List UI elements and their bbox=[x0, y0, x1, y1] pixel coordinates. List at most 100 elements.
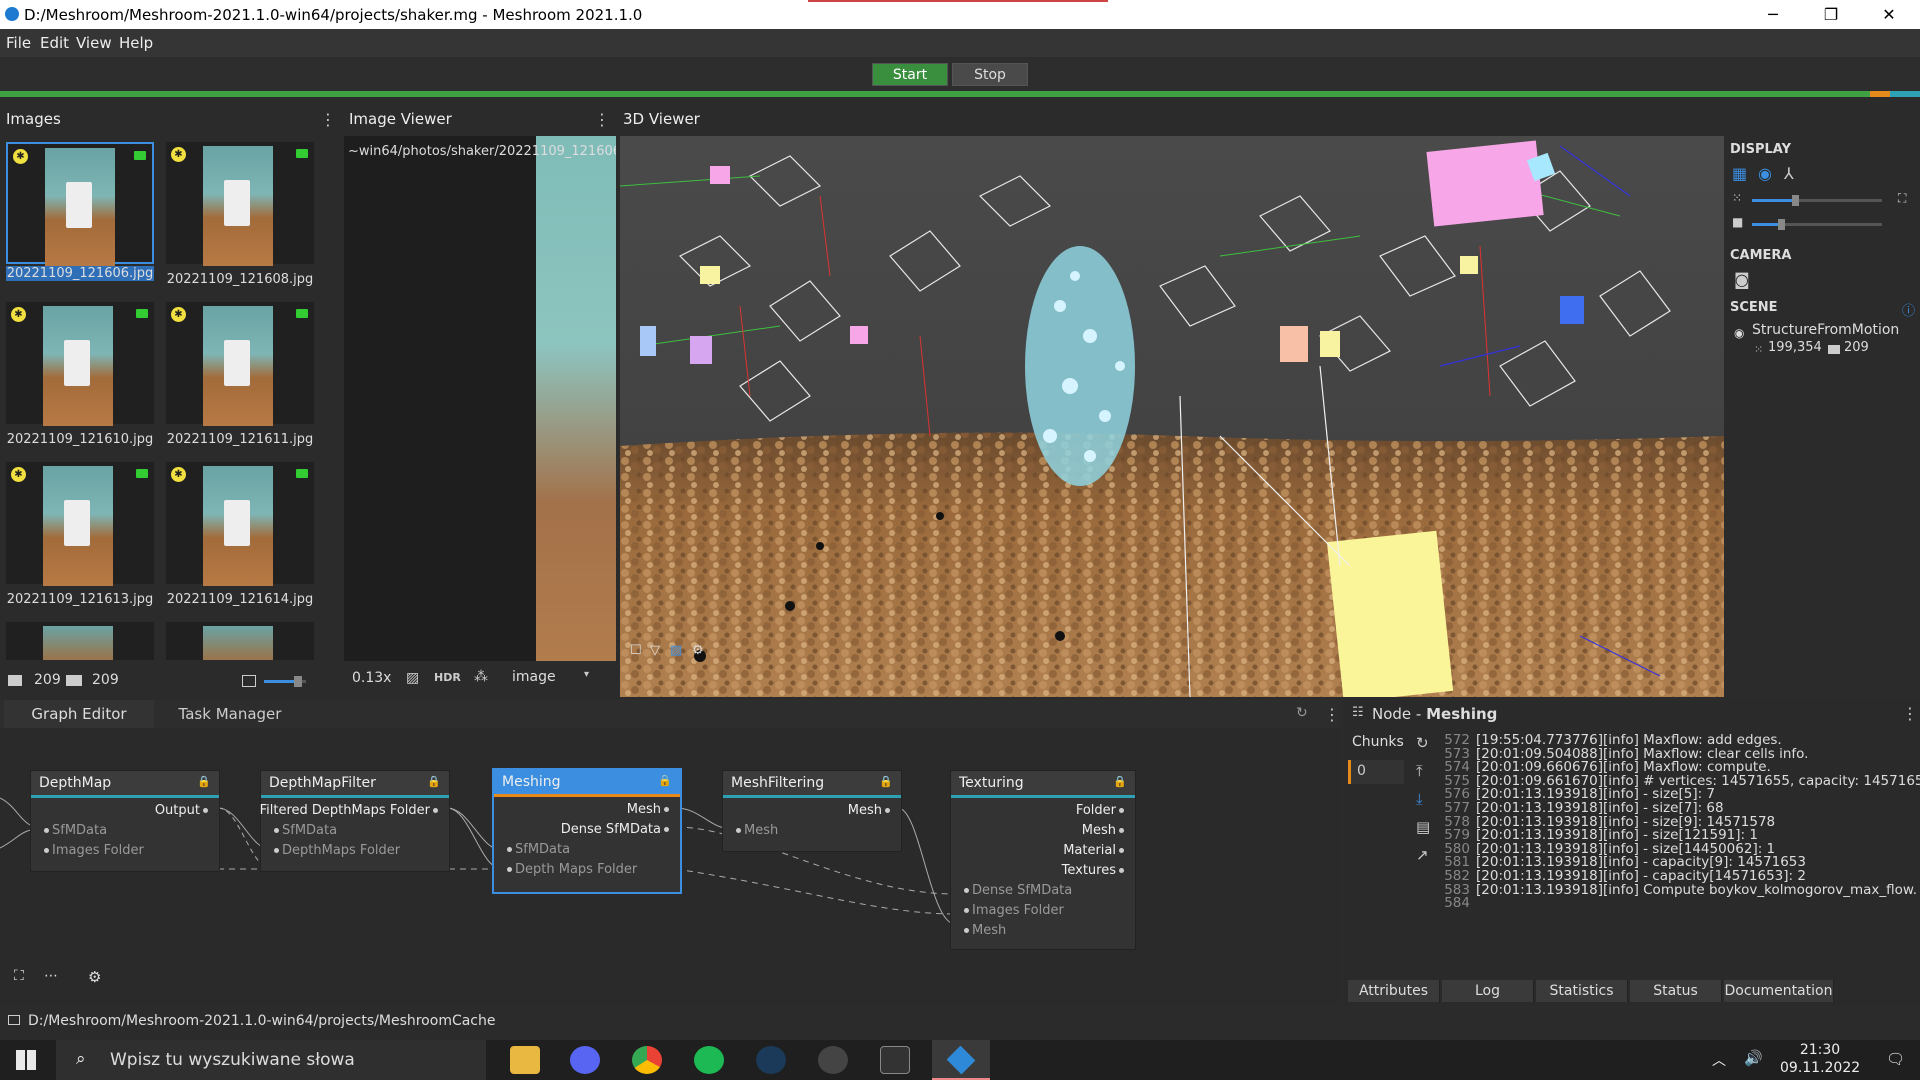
menu-help[interactable]: Help bbox=[119, 34, 153, 52]
stop-button[interactable]: Stop bbox=[952, 63, 1028, 86]
tab-attributes[interactable]: Attributes bbox=[1348, 980, 1440, 1002]
close-button[interactable]: ✕ bbox=[1860, 0, 1918, 29]
menu-file[interactable]: File bbox=[6, 34, 31, 52]
port-mesh[interactable]: Mesh bbox=[627, 802, 672, 817]
tab-graph-editor[interactable]: Graph Editor bbox=[4, 700, 154, 728]
crop-icon[interactable]: ☐ bbox=[630, 643, 642, 658]
port-folder[interactable]: Folder bbox=[1076, 803, 1127, 818]
layout-icon[interactable]: ⋯ bbox=[44, 968, 58, 984]
hdr-toggle[interactable]: HDR bbox=[434, 671, 461, 684]
port-depthmaps-folder[interactable]: DepthMaps Folder bbox=[271, 843, 400, 858]
scroll-bottom-icon[interactable]: ⤓ bbox=[1416, 790, 1423, 808]
camera-snapshot-icon[interactable]: ◙ bbox=[1734, 270, 1750, 289]
meshroom-taskbar-item[interactable] bbox=[932, 1040, 990, 1080]
graph-menu-icon[interactable]: ⋮ bbox=[1324, 705, 1340, 724]
notifications-icon[interactable]: 🗨 bbox=[1886, 1050, 1905, 1068]
scroll-top-icon[interactable]: ⤒ bbox=[1416, 762, 1423, 780]
visibility-icon[interactable]: ◉ bbox=[1734, 326, 1744, 340]
tab-status[interactable]: Status bbox=[1630, 980, 1722, 1002]
thumbnail-2[interactable]: ✱ bbox=[166, 142, 314, 266]
grid-icon[interactable]: ▦ bbox=[1732, 164, 1747, 183]
open-external-icon[interactable]: ↗ bbox=[1416, 846, 1429, 864]
port-mesh-in[interactable]: Mesh bbox=[733, 823, 778, 838]
node-meshing[interactable]: Meshing 🔒 Mesh Dense SfMData SfMData Dept… bbox=[492, 768, 682, 894]
taskbar-search[interactable]: ⌕ Wpisz tu wyszukiwane słowa bbox=[56, 1040, 486, 1080]
camera-scale-slider[interactable] bbox=[1752, 219, 1882, 230]
scene-item-name[interactable]: StructureFromMotion bbox=[1752, 322, 1899, 338]
hatch-icon[interactable]: ▨ bbox=[406, 670, 419, 686]
port-sfmdata[interactable]: SfMData bbox=[271, 823, 337, 838]
port-mesh-in[interactable]: Mesh bbox=[961, 923, 1006, 938]
port-images-folder[interactable]: Images Folder bbox=[41, 843, 144, 858]
chrome-icon[interactable] bbox=[632, 1046, 662, 1074]
tray-chevron-icon[interactable]: ︿ bbox=[1712, 1050, 1726, 1070]
menu-view[interactable]: View bbox=[76, 34, 112, 52]
thumbnail-5[interactable]: ✱ bbox=[6, 462, 154, 586]
port-filtered-depthmaps[interactable]: Filtered DepthMaps Folder bbox=[260, 803, 441, 818]
thumbnail-7[interactable] bbox=[6, 622, 154, 660]
port-dense-sfmdata[interactable]: Dense SfMData bbox=[561, 822, 672, 837]
thumbnail-size-slider[interactable] bbox=[264, 676, 306, 687]
features-icon[interactable]: ⁂ bbox=[474, 669, 488, 685]
axis-icon[interactable]: ⅄ bbox=[1784, 164, 1794, 183]
node-meshfiltering[interactable]: MeshFiltering 🔒 Mesh Mesh bbox=[722, 770, 902, 852]
tab-statistics[interactable]: Statistics bbox=[1536, 980, 1628, 1002]
windows-start-icon[interactable] bbox=[16, 1050, 36, 1070]
node-depthmap[interactable]: DepthMap 🔒 Output SfMData Images Folder bbox=[30, 770, 220, 872]
notion-icon[interactable] bbox=[880, 1046, 910, 1074]
node-menu-icon[interactable]: ⋮ bbox=[1902, 704, 1918, 723]
minimize-button[interactable]: ─ bbox=[1744, 0, 1802, 29]
discord-icon[interactable] bbox=[570, 1046, 600, 1074]
port-output[interactable]: Output bbox=[155, 803, 211, 818]
volume-icon[interactable]: 🔊 bbox=[1744, 1049, 1763, 1067]
port-mesh-out[interactable]: Mesh bbox=[848, 803, 893, 818]
file-explorer-icon[interactable] bbox=[510, 1046, 540, 1074]
start-button[interactable]: Start bbox=[872, 63, 948, 86]
node-texturing[interactable]: Texturing 🔒 Folder Mesh Material Textures… bbox=[950, 770, 1136, 950]
image-viewer-menu-icon[interactable]: ⋮ bbox=[594, 110, 610, 129]
reload-log-icon[interactable]: ↻ bbox=[1416, 734, 1429, 752]
tab-log[interactable]: Log bbox=[1442, 980, 1534, 1002]
copy-log-icon[interactable]: ▤ bbox=[1416, 818, 1430, 836]
steam-icon[interactable] bbox=[756, 1046, 786, 1074]
port-textures[interactable]: Textures bbox=[1062, 863, 1127, 878]
info-icon[interactable]: ⓘ bbox=[1902, 300, 1915, 319]
hatch-toggle-icon[interactable]: ▨ bbox=[670, 643, 682, 658]
chunk-item[interactable]: 0 bbox=[1348, 760, 1404, 784]
thumbnail-6[interactable]: ✱ bbox=[166, 462, 314, 586]
image-mode-select[interactable]: image bbox=[512, 669, 556, 685]
refresh-icon[interactable]: ↻ bbox=[1296, 705, 1308, 721]
clock-date[interactable]: 09.11.2022 bbox=[1780, 1060, 1860, 1076]
spotify-icon[interactable] bbox=[694, 1046, 724, 1074]
port-sfmdata[interactable]: SfMData bbox=[41, 823, 107, 838]
filter-icon[interactable]: ▽ bbox=[650, 643, 660, 658]
settings-icon[interactable]: ⚙ bbox=[692, 643, 704, 658]
viewer3d-canvas[interactable] bbox=[620, 136, 1724, 697]
tab-documentation[interactable]: Documentation bbox=[1724, 980, 1834, 1002]
maximize-button[interactable]: ❐ bbox=[1802, 0, 1860, 29]
chevron-down-icon[interactable]: ▾ bbox=[584, 669, 589, 680]
log-view[interactable]: 572 [19:55:04.773776][info] Maxflow: add … bbox=[1444, 732, 1920, 910]
port-sfmdata[interactable]: SfMData bbox=[504, 842, 570, 857]
port-depth-maps-folder[interactable]: Depth Maps Folder bbox=[504, 862, 637, 877]
port-images-folder[interactable]: Images Folder bbox=[961, 903, 1064, 918]
fit-icon[interactable]: ⛶ bbox=[1898, 191, 1906, 206]
images-menu-icon[interactable]: ⋮ bbox=[320, 110, 336, 129]
thumbnail-4[interactable]: ✱ bbox=[166, 302, 314, 426]
thumbnail-3[interactable]: ✱ bbox=[6, 302, 154, 426]
port-dense-sfmdata[interactable]: Dense SfMData bbox=[961, 883, 1072, 898]
orbit-icon[interactable]: ◉ bbox=[1758, 164, 1772, 183]
node-depthmapfilter[interactable]: DepthMapFilter 🔒 Filtered DepthMaps Folde… bbox=[260, 770, 450, 872]
port-material[interactable]: Material bbox=[1063, 843, 1127, 858]
fit-view-icon[interactable]: ⛶ bbox=[14, 968, 24, 984]
graph-settings-icon[interactable]: ⚙ bbox=[88, 968, 101, 986]
menu-edit[interactable]: Edit bbox=[40, 34, 69, 52]
clock-time[interactable]: 21:30 bbox=[1780, 1042, 1860, 1058]
thumbnail-8[interactable] bbox=[166, 622, 314, 660]
thumbnail-1[interactable]: ✱ bbox=[6, 142, 154, 268]
point-size-slider[interactable] bbox=[1752, 195, 1882, 206]
port-mesh-out[interactable]: Mesh bbox=[1082, 823, 1127, 838]
tab-task-manager[interactable]: Task Manager bbox=[160, 700, 300, 728]
image-canvas[interactable]: ~win64/photos/shaker/20221109_121606.jpg bbox=[344, 136, 616, 661]
app-icon[interactable] bbox=[818, 1046, 848, 1074]
